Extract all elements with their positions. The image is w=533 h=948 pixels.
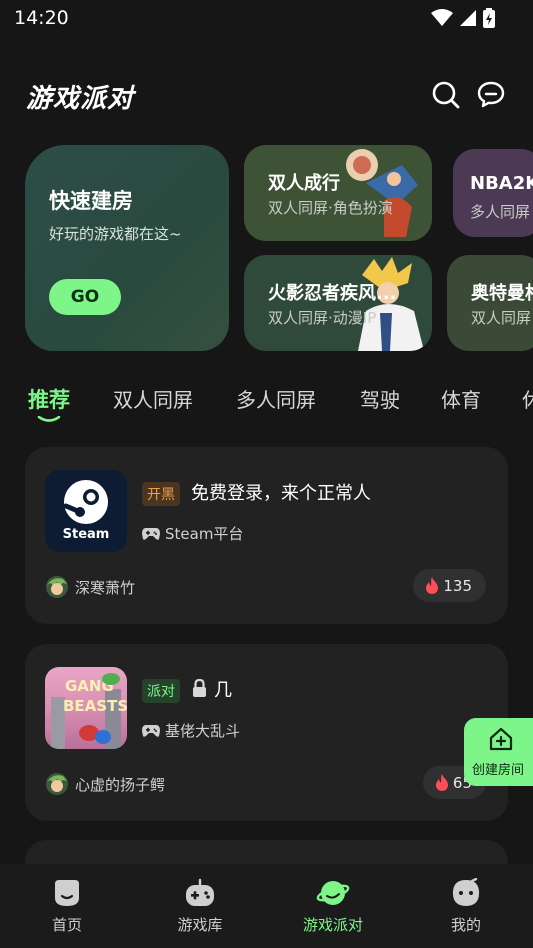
owner-name: 心虚的扬子鳄 (75, 775, 166, 794)
nav-item-game-library[interactable]: 游戏库 (160, 878, 240, 935)
heat-count: 135 (443, 576, 472, 595)
fire-icon (435, 774, 448, 791)
quick-create-title: 快速建房 (49, 189, 133, 213)
room-thumbnail: GANG BEASTS (45, 667, 127, 749)
game-card-subtitle: 双人同屏 (471, 309, 532, 327)
signal-icon (460, 10, 476, 26)
page-title: 游戏派对 (26, 84, 135, 114)
battery-icon (483, 8, 495, 28)
nav-item-home[interactable]: 首页 (27, 878, 107, 935)
room-owner: 深寒萧竹 (45, 575, 135, 599)
room-platform: Steam平台 (142, 523, 243, 544)
status-time: 14:20 (14, 7, 69, 29)
tab-active-indicator (37, 416, 61, 422)
wifi-icon (431, 9, 453, 26)
room-card[interactable]: Steam 开黑 免费登录，来个正常人 Steam平台 深寒萧竹 135 (25, 447, 508, 624)
lock-icon (193, 679, 206, 697)
nav-item-game-party[interactable]: 游戏派对 (293, 878, 373, 935)
game-card-it-takes-two[interactable]: 双人成行 双人同屏·角色扮演 (244, 145, 432, 241)
create-room-button[interactable]: 创建房间 (464, 718, 533, 786)
nav-item-profile[interactable]: 我的 (426, 877, 506, 935)
game-card-subtitle: 双人同屏·动漫IP (268, 309, 377, 327)
tab-leisure[interactable]: 休 (522, 384, 533, 413)
game-card-title: 奥特曼格 (471, 283, 533, 304)
nav-label: 游戏派对 (302, 916, 363, 934)
status-bar: 14:20 (0, 0, 533, 36)
game-card-subtitle: 多人同屏 (470, 203, 531, 221)
game-card-nba2k[interactable]: NBA2K2 多人同屏 (453, 149, 533, 237)
status-icons (431, 8, 495, 28)
house-plus-icon (489, 727, 513, 751)
svg-text:BEASTS: BEASTS (63, 697, 127, 715)
gamepad-icon (186, 878, 214, 906)
gamepad-icon (142, 724, 160, 737)
game-card-naruto[interactable]: 火影忍者疾风... 双人同屏·动漫IP (244, 255, 432, 351)
avatar (46, 773, 68, 795)
game-card-title: 双人成行 (268, 173, 340, 194)
tab-sports[interactable]: 体育 (441, 384, 481, 413)
platform-name: 基佬大乱斗 (165, 722, 241, 740)
planet-icon (316, 881, 350, 905)
game-art-image (346, 149, 418, 237)
fire-icon (426, 577, 439, 594)
go-button[interactable]: GO (49, 279, 121, 315)
category-tabs: 推荐 双人同屏 多人同屏 驾驶 体育 休 (0, 384, 533, 424)
nav-label: 游戏库 (177, 916, 223, 934)
game-card-title: NBA2K2 (470, 173, 533, 194)
game-card-title: 火影忍者疾风... (268, 283, 397, 304)
quick-create-subtitle: 好玩的游戏都在这~ (49, 225, 182, 243)
tab-multi-player[interactable]: 多人同屏 (236, 384, 316, 413)
room-title: 几 (214, 680, 232, 701)
gamepad-icon (142, 527, 160, 540)
room-title: 免费登录，来个正常人 (191, 483, 371, 504)
tab-recommend[interactable]: 推荐 (28, 384, 70, 414)
page-header: 游戏派对 (0, 72, 533, 120)
avatar (46, 576, 68, 598)
room-platform: 基佬大乱斗 (142, 720, 240, 741)
tab-driving[interactable]: 驾驶 (360, 384, 400, 413)
quick-create-card[interactable]: 快速建房 好玩的游戏都在这~ GO (25, 145, 229, 351)
gang-beasts-art-icon: GANG BEASTS (51, 673, 127, 749)
profile-face-icon (452, 877, 480, 906)
home-icon (55, 880, 79, 906)
heat-badge: 135 (413, 569, 486, 602)
platform-name: Steam平台 (165, 525, 244, 543)
owner-name: 深寒萧竹 (75, 578, 136, 597)
message-icon[interactable] (476, 80, 506, 110)
game-card-subtitle: 双人同屏·角色扮演 (268, 199, 393, 217)
bottom-nav: 首页 游戏库 游戏派对 我的 (0, 864, 533, 948)
search-icon[interactable] (431, 80, 461, 110)
room-thumbnail: Steam (45, 470, 127, 552)
tab-two-player[interactable]: 双人同屏 (113, 384, 193, 413)
thumbnail-label: Steam (62, 527, 110, 542)
create-room-label: 创建房间 (472, 763, 525, 778)
room-tag: 开黑 (142, 482, 180, 506)
room-owner: 心虚的扬子鳄 (45, 772, 165, 796)
nav-label: 首页 (51, 916, 82, 934)
room-tag: 派对 (142, 679, 180, 703)
game-card-ultraman[interactable]: 奥特曼格 双人同屏 (447, 255, 533, 351)
room-card[interactable]: GANG BEASTS 派对 几 基佬大乱斗 心虚的扬子鳄 65 (25, 644, 508, 821)
nav-label: 我的 (450, 916, 481, 934)
